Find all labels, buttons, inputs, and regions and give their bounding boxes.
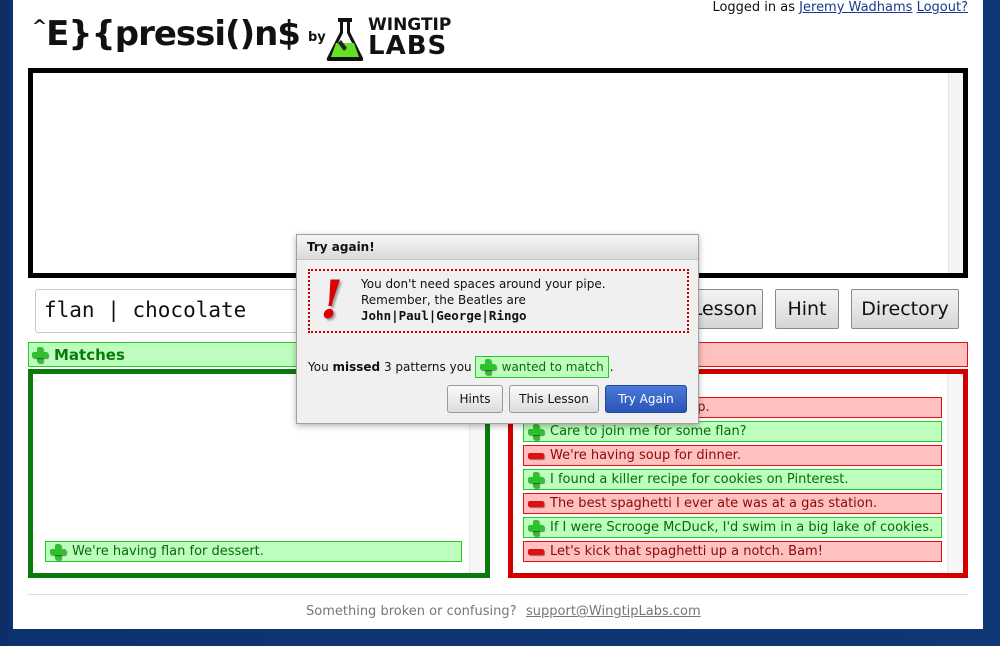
- nonmatches-scrollbar[interactable]: [947, 374, 963, 573]
- nonmatch-item-text: Care to join me for some flan?: [550, 424, 747, 439]
- support-email-link[interactable]: support@WingtipLabs.com: [526, 604, 701, 619]
- directory-button[interactable]: Directory: [851, 289, 959, 329]
- lesson-scrollbar[interactable]: [948, 73, 963, 273]
- nonmatch-item-text: I found a killer recipe for cookies on P…: [550, 472, 849, 487]
- wanted-to-match-chip: wanted to match: [474, 356, 609, 378]
- user-bar: Logged in as Jeremy Wadhams Logout?: [712, 0, 968, 15]
- hint-code: John|Paul|George|Ringo: [361, 308, 527, 323]
- missed-suffix: .: [609, 360, 614, 374]
- try-again-dialog: Try again! ! You don't need spaces aroun…: [296, 234, 699, 424]
- match-item: We're having flan for dessert.: [45, 541, 462, 562]
- wingtip-labs-brand: WINGTIP LABS: [368, 17, 451, 61]
- flask-icon: [326, 18, 364, 61]
- footer-divider: [28, 594, 968, 595]
- user-name-link[interactable]: Jeremy Wadhams: [799, 0, 912, 15]
- brand-line-2: LABS: [368, 31, 448, 61]
- nonmatch-item: If I were Scrooge McDuck, I'd swim in a …: [523, 517, 942, 538]
- dialog-title[interactable]: Try again!: [297, 235, 698, 260]
- nonmatch-item-text: The best spaghetti I ever ate was at a g…: [550, 496, 878, 511]
- missed-bold: missed: [332, 360, 381, 374]
- dialog-this-lesson-button[interactable]: This Lesson: [509, 385, 599, 413]
- nonmatch-item-text: Let's kick that spaghetti up a notch. Ba…: [550, 544, 823, 559]
- try-again-button[interactable]: Try Again: [605, 385, 687, 413]
- nonmatch-item: Let's kick that spaghetti up a notch. Ba…: [523, 541, 942, 562]
- logo-text: E}{pressi()n$: [46, 14, 301, 54]
- minus-icon: [528, 544, 544, 560]
- plus-icon: [528, 423, 544, 440]
- plus-icon: [528, 519, 544, 536]
- plus-icon: [50, 543, 66, 560]
- exclamation-icon: !: [320, 270, 343, 331]
- hint-line-2: Remember, the Beatles are: [361, 293, 526, 307]
- minus-icon: [528, 496, 544, 512]
- hint-text: You don't need spaces around your pipe. …: [361, 276, 606, 324]
- nonmatch-item: We're having soup for dinner.: [523, 445, 942, 466]
- hint-box: ! You don't need spaces around your pipe…: [308, 269, 689, 333]
- hint-button[interactable]: Hint: [775, 289, 839, 329]
- nonmatch-item: I found a killer recipe for cookies on P…: [523, 469, 942, 490]
- logged-in-label: Logged in as: [712, 0, 796, 15]
- missed-summary: You missed 3 patterns you wanted to matc…: [308, 356, 614, 378]
- nonmatch-item: The best spaghetti I ever ate was at a g…: [523, 493, 942, 514]
- logout-link[interactable]: Logout?: [917, 0, 968, 15]
- plus-icon: [32, 346, 48, 363]
- footer-text: Something broken or confusing?: [306, 604, 517, 619]
- match-item-text: We're having flan for dessert.: [72, 544, 264, 559]
- logo-caret: ^: [32, 16, 47, 37]
- missed-middle: 3 patterns you: [383, 360, 472, 374]
- matches-title: Matches: [54, 345, 125, 364]
- app-logo: ^E}{pressi()n$: [32, 14, 301, 54]
- plus-icon: [479, 359, 496, 375]
- missed-prefix: You: [308, 360, 329, 374]
- plus-icon: [528, 471, 544, 488]
- chip-text: wanted to match: [501, 360, 604, 374]
- nonmatch-item-text: If I were Scrooge McDuck, I'd swim in a …: [550, 520, 934, 535]
- nonmatch-item: Care to join me for some flan?: [523, 421, 942, 442]
- minus-icon: [528, 448, 544, 464]
- hint-line-1: You don't need spaces around your pipe.: [361, 277, 606, 291]
- hints-button[interactable]: Hints: [447, 385, 503, 413]
- nonmatch-item-text: We're having soup for dinner.: [550, 448, 741, 463]
- by-label: by: [308, 30, 326, 45]
